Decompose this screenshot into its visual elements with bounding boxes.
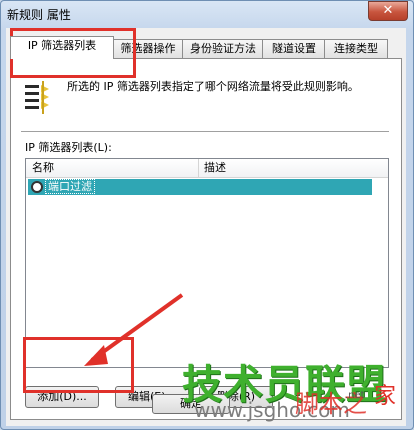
watermark-jia: 家 xyxy=(374,384,397,409)
watermark-net: .net xyxy=(345,390,365,401)
tab-ip-filter-list[interactable]: IP 筛选器列表 xyxy=(10,36,114,59)
